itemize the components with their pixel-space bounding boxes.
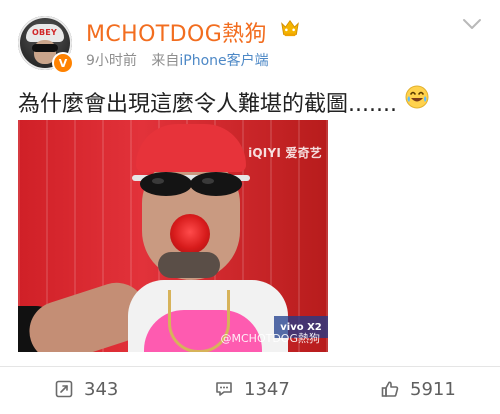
source-prefix: 来自: [151, 53, 180, 69]
laugh-cry-icon: [405, 85, 429, 109]
comment-button[interactable]: 1347: [214, 372, 290, 406]
repost-icon: [55, 380, 73, 398]
divider: [0, 366, 500, 367]
post-text: 為什麼會出現這麼令人難堪的截圖.......: [18, 92, 397, 117]
chevron-down-icon[interactable]: [462, 18, 482, 30]
verified-badge-icon: V: [52, 52, 74, 74]
iqiyi-watermark: iQIYI 爱奇艺: [248, 146, 322, 160]
post-meta: 9小时前 来自iPhone客户端: [86, 50, 269, 70]
mouth-shape: [170, 214, 210, 254]
avatar-cap-text: OBEY: [32, 28, 57, 37]
thumbs-up-icon: [381, 381, 399, 397]
comment-icon: [216, 382, 232, 396]
post-image[interactable]: iQIYI 爱奇艺 vivo X2 @MCHOTDOG熱狗: [18, 120, 328, 352]
sunglasses-icon: [132, 172, 250, 196]
avatar-glasses-shape: [32, 44, 58, 52]
repost-button[interactable]: 343: [54, 372, 118, 406]
like-button[interactable]: 5911: [380, 372, 456, 406]
vip-crown-icon: [281, 19, 299, 37]
comment-count: 1347: [244, 378, 290, 400]
image-watermark: @MCHOTDOG熱狗: [220, 332, 320, 345]
post-time: 9小时前: [86, 53, 137, 69]
like-count: 5911: [410, 378, 456, 400]
beard-shape: [158, 252, 220, 278]
repost-count: 343: [84, 378, 119, 400]
username[interactable]: MCHOTDOG熱狗: [86, 16, 267, 48]
source-device-link[interactable]: iPhone客户端: [179, 53, 268, 69]
